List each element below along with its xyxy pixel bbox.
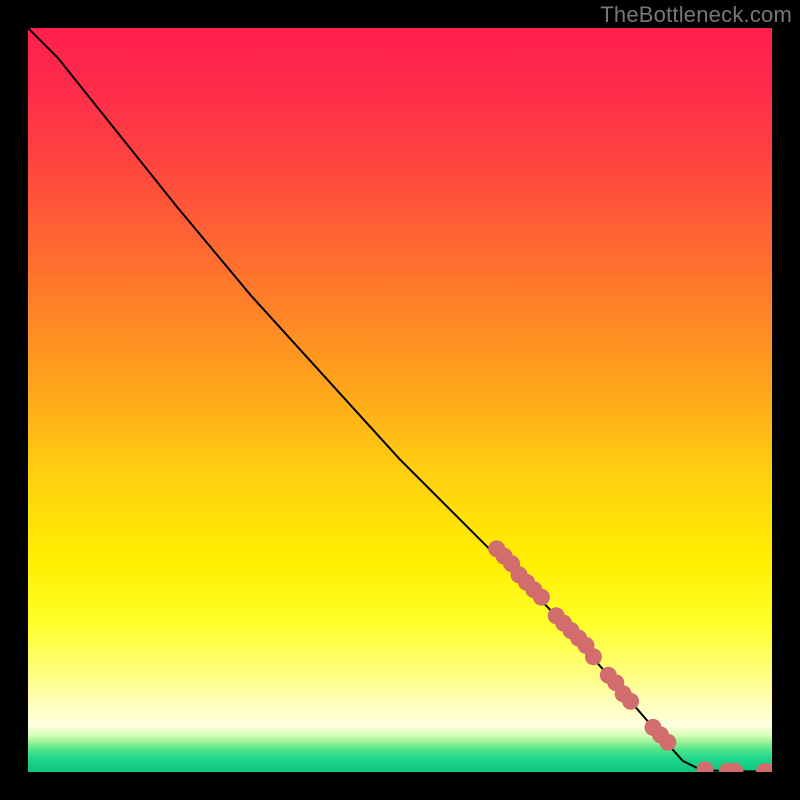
- watermark-text: TheBottleneck.com: [600, 2, 792, 28]
- data-marker: [533, 589, 550, 606]
- data-marker: [585, 648, 602, 665]
- chart-svg: [28, 28, 772, 772]
- data-marker: [659, 734, 676, 751]
- chart-frame: TheBottleneck.com: [0, 0, 800, 800]
- data-marker: [622, 693, 639, 710]
- gradient-background: [28, 28, 772, 772]
- plot-area: [28, 28, 772, 772]
